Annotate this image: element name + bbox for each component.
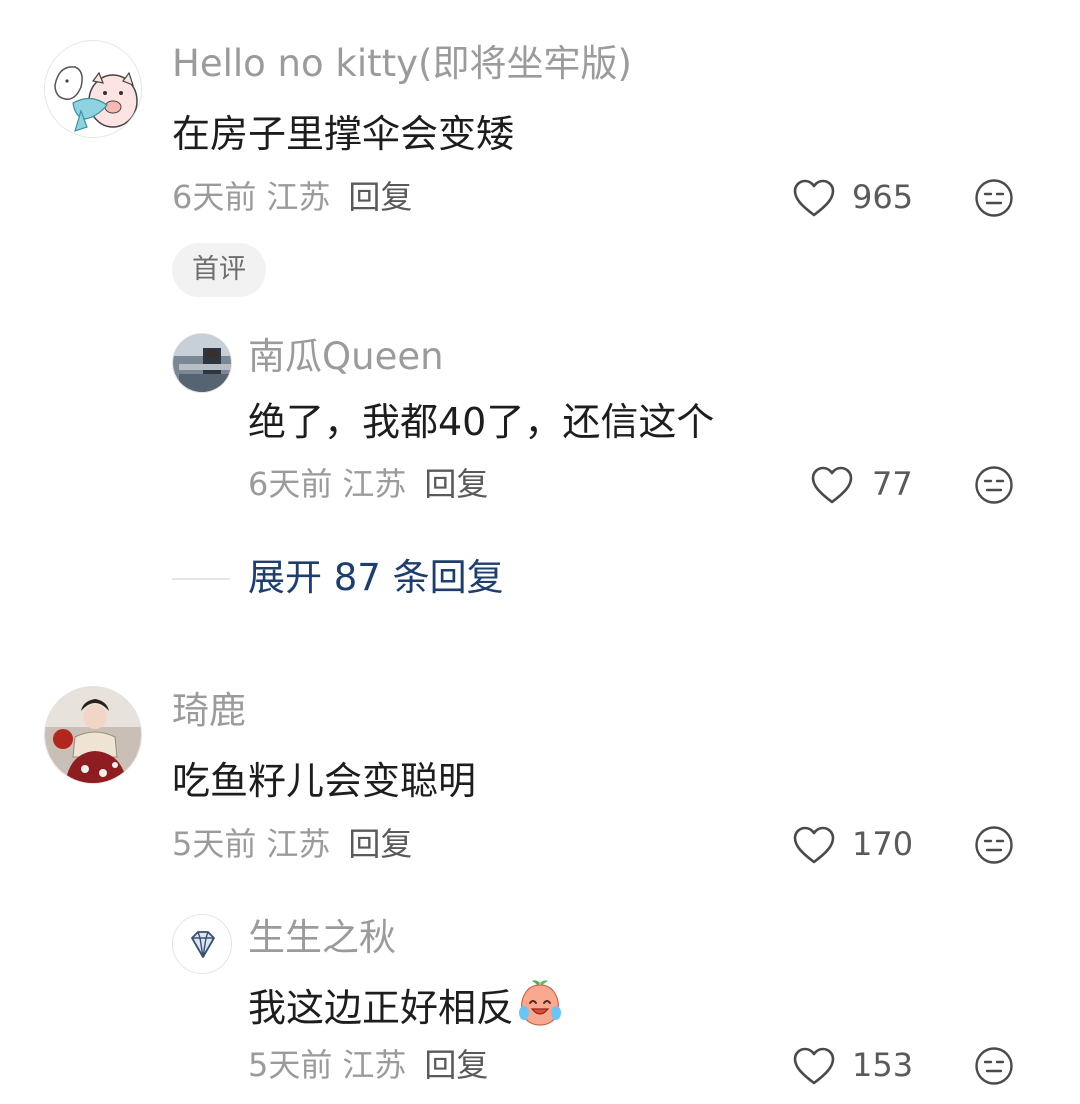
like-count: 965 [852,178,914,216]
comment-meta: 5天前 江苏 回复 [172,824,412,864]
expand-divider [172,578,230,580]
comment-time: 6天前 [172,178,257,216]
like-button[interactable] [792,824,836,868]
reply-text: 我这边正好相反 [248,979,564,1038]
like-count: 170 [852,825,914,863]
neutral-face-icon [975,826,1013,864]
avatar[interactable] [44,686,142,784]
crying-laughing-emoji-icon [516,979,564,1038]
dislike-button[interactable] [974,465,1014,505]
reply-button[interactable]: 回复 [348,178,412,216]
reply-text: 绝了，我都40了，还信这个 [248,400,715,444]
neutral-face-icon [975,179,1013,217]
reply-button[interactable]: 回复 [424,1046,488,1084]
reply-username[interactable]: 生生之秋 [248,915,396,961]
reply-button[interactable]: 回复 [348,825,412,863]
avatar[interactable] [44,40,142,138]
dislike-button[interactable] [974,1046,1014,1086]
dislike-button[interactable] [974,825,1014,865]
comment-username[interactable]: 琦鹿 [172,688,246,734]
pig-cartoon-avatar-icon [45,41,141,137]
like-count: 153 [852,1046,914,1084]
reply-avatar[interactable] [172,914,232,974]
heart-icon [793,826,835,864]
neutral-face-icon [975,1047,1013,1085]
reply-location: 江苏 [342,465,407,503]
neutral-face-icon [975,466,1013,504]
expand-replies-link[interactable]: 展开 87 条回复 [248,555,504,601]
like-button[interactable] [810,464,854,508]
heart-icon [793,1047,835,1085]
reply-text-content: 我这边正好相反 [248,986,515,1030]
reply-location: 江苏 [342,1046,407,1084]
portrait-avatar-icon [45,687,141,783]
comment-location: 江苏 [266,825,331,863]
comment-location: 江苏 [266,178,331,216]
heart-icon [811,466,853,504]
like-button[interactable] [792,1045,836,1089]
comment-time: 5天前 [172,825,257,863]
like-count: 77 [872,465,913,503]
comment-meta: 6天前 江苏 回复 [172,177,412,217]
first-comment-badge: 首评 [172,243,266,297]
reply-time: 5天前 [248,1046,333,1084]
reply-meta: 6天前 江苏 回复 [248,464,488,504]
comment-text: 在房子里撑伞会变矮 [172,112,515,156]
heart-icon [793,179,835,217]
reply-time: 6天前 [248,465,333,503]
comment-username[interactable]: Hello no kitty(即将坐牢版) [172,41,632,87]
reply-avatar[interactable] [172,333,232,393]
reply-button[interactable]: 回复 [424,465,488,503]
photo-avatar-icon [173,334,231,392]
comment-text: 吃鱼籽儿会变聪明 [172,759,477,803]
like-button[interactable] [792,177,836,221]
diamond-avatar-icon [173,915,231,973]
dislike-button[interactable] [974,178,1014,218]
reply-meta: 5天前 江苏 回复 [248,1045,488,1085]
reply-username[interactable]: 南瓜Queen [248,334,444,380]
